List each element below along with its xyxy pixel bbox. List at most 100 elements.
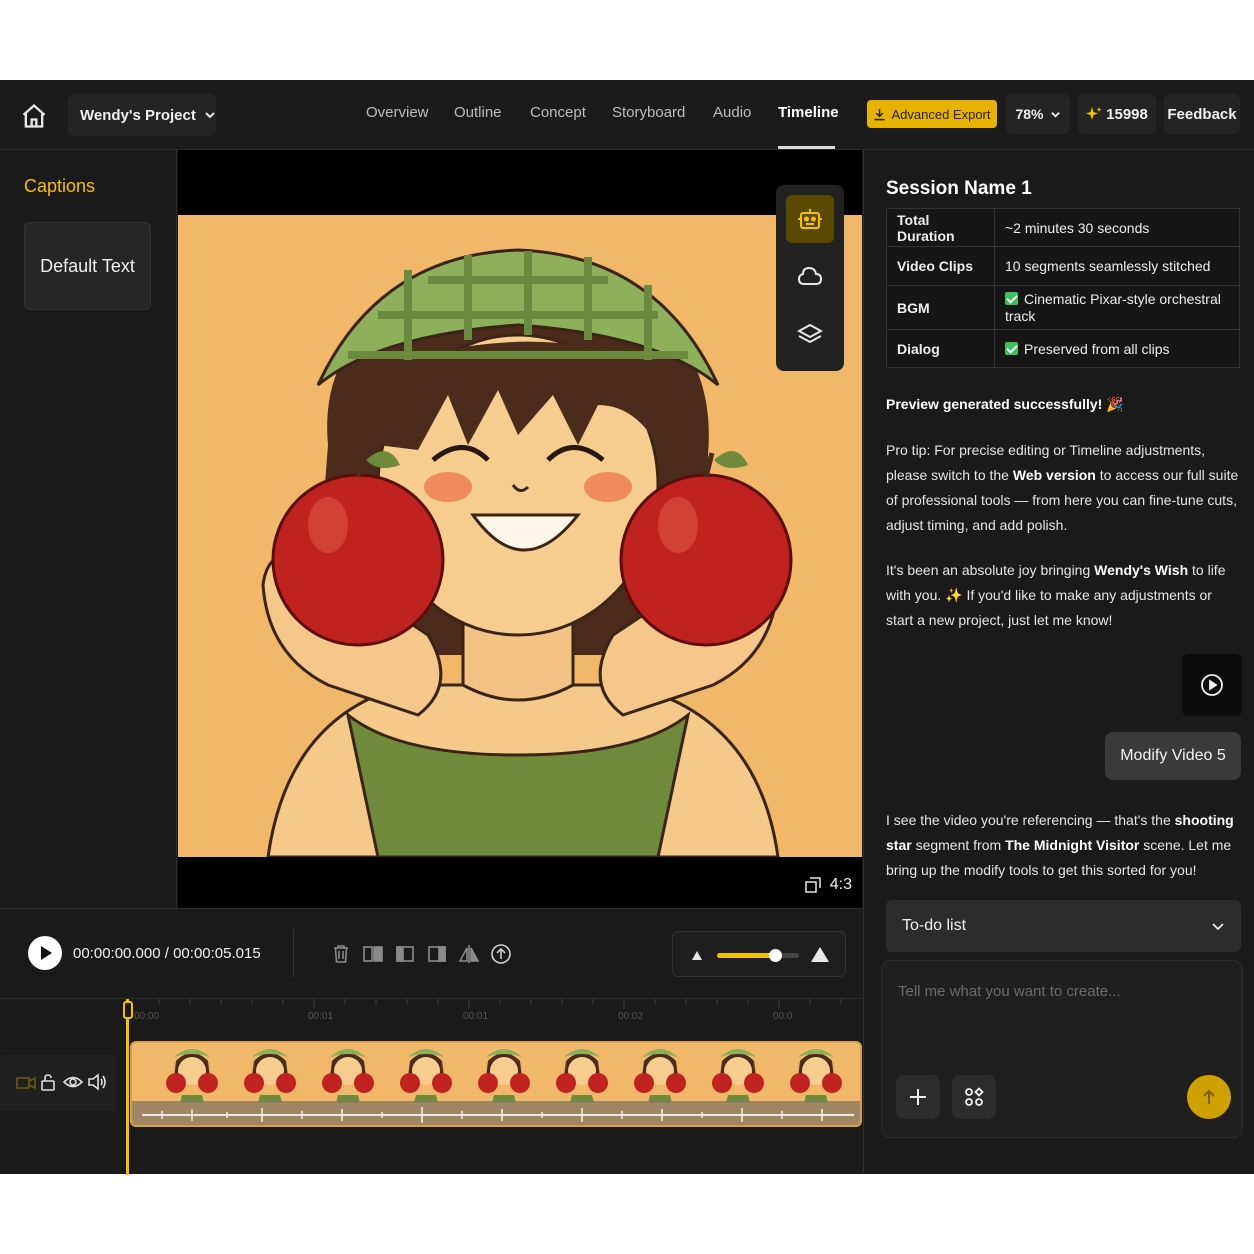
captions-panel: Captions Default Text: [0, 150, 177, 908]
ruler-label: 00:0: [773, 1011, 793, 1022]
clip-thumbnails: [132, 1043, 860, 1125]
play-icon: [41, 946, 52, 960]
assistant-panel: Session Name 1 Total Duration ~2 minutes…: [863, 150, 1254, 1174]
row-value: Preserved from all clips: [1024, 340, 1170, 357]
top-bar: Wendy's Project Overview Outline Concept…: [0, 80, 1254, 150]
ruler-label: 00:00: [134, 1011, 160, 1022]
letterbox-top: [178, 150, 862, 215]
eye-icon[interactable]: [63, 1074, 83, 1090]
todo-list-label: To-do list: [902, 917, 967, 934]
timeline-zoom-control: [672, 931, 846, 977]
ruler-label: 00:02: [618, 1011, 644, 1022]
video-play-card[interactable]: [1182, 654, 1242, 716]
video-preview: 4:3: [178, 150, 862, 908]
row-value: Cinematic Pixar-style orchestral track: [1005, 290, 1221, 324]
preview-side-toolbar: [776, 185, 844, 371]
girl-with-apples-illustration: [178, 215, 862, 857]
reply-text: I see the video you're referencing — tha…: [886, 812, 1175, 828]
delete-icon[interactable]: [330, 943, 352, 965]
table-row: BGM Cinematic Pixar-style orchestral tra…: [886, 285, 1240, 330]
preview-frame: [178, 215, 862, 857]
row-value-cell: Cinematic Pixar-style orchestral track: [994, 285, 1240, 330]
upload-icon[interactable]: [490, 943, 512, 965]
session-summary-table: Total Duration ~2 minutes 30 seconds Vid…: [886, 208, 1240, 368]
home-icon[interactable]: [20, 102, 48, 130]
robot-icon: [798, 209, 822, 229]
player-controls: 00:00:00.000 / 00:00:05.015: [0, 908, 862, 998]
playhead[interactable]: [126, 999, 129, 1175]
tab-audio[interactable]: Audio: [713, 104, 751, 121]
row-value: 10 segments seamlessly stitched: [994, 246, 1240, 286]
row-key: Dialog: [886, 329, 995, 368]
aspect-ratio-button[interactable]: 4:3: [804, 876, 852, 894]
tab-storyboard[interactable]: Storyboard: [612, 104, 685, 121]
success-message: Preview generated successfully! 🎉: [886, 396, 1124, 412]
pro-tip-message: Pro tip: For precise editing or Timeline…: [886, 438, 1242, 538]
default-text-preset[interactable]: Default Text: [24, 222, 151, 310]
check-icon: [1005, 291, 1018, 305]
aspect-ratio-value: 4:3: [829, 876, 852, 893]
track-header: [0, 1055, 116, 1111]
message-composer[interactable]: Tell me what you want to create...: [881, 960, 1243, 1138]
flip-icon[interactable]: [458, 943, 480, 965]
row-key: Total Duration: [886, 208, 995, 247]
download-icon: [874, 108, 886, 120]
ruler-label: 00:01: [308, 1011, 334, 1022]
tab-overview[interactable]: Overview: [366, 104, 429, 121]
todo-list-dropdown[interactable]: To-do list: [886, 900, 1241, 952]
advanced-export-label: Advanced Export: [891, 106, 991, 122]
tab-timeline[interactable]: Timeline: [778, 104, 839, 121]
video-clip[interactable]: [130, 1041, 862, 1127]
layers-tool[interactable]: [786, 311, 834, 359]
timeline-ruler: 00:00 00:01 00:01 00:02 00:0: [128, 999, 862, 1023]
check-icon: [1005, 341, 1018, 355]
split-icon[interactable]: [362, 943, 384, 965]
apps-icon: [965, 1087, 984, 1106]
playhead-handle[interactable]: [123, 1001, 133, 1019]
tools-button[interactable]: [952, 1075, 996, 1119]
unlock-icon[interactable]: [40, 1073, 56, 1091]
project-name-emphasis: Wendy's Wish: [1094, 562, 1189, 578]
ai-assistant-tool[interactable]: [786, 195, 834, 243]
tab-concept[interactable]: Concept: [530, 104, 586, 121]
zoom-selector[interactable]: 78%: [1006, 94, 1070, 134]
row-value-cell: Preserved from all clips: [994, 329, 1240, 368]
chevron-down-icon: [205, 112, 215, 119]
trim-right-icon[interactable]: [426, 943, 448, 965]
active-tab-indicator: [778, 146, 835, 149]
sparkle-icon: [1086, 107, 1102, 120]
ruler-label: 00:01: [463, 1011, 489, 1022]
table-row: Total Duration ~2 minutes 30 seconds: [886, 208, 1240, 247]
table-row: Video Clips 10 segments seamlessly stitc…: [886, 246, 1240, 286]
user-message-text: Modify Video 5: [1120, 747, 1226, 764]
feedback-button[interactable]: Feedback: [1164, 94, 1240, 134]
web-version-emphasis: Web version: [1012, 467, 1096, 483]
timecode: 00:00:00.000 / 00:00:05.015: [73, 945, 261, 962]
cloud-tool[interactable]: [786, 253, 834, 301]
reply-emphasis: The Midnight Visitor: [1005, 837, 1140, 853]
advanced-export-button[interactable]: Advanced Export: [867, 100, 997, 128]
table-row: Dialog Preserved from all clips: [886, 329, 1240, 368]
reply-text: segment from: [911, 837, 1006, 853]
credits-button[interactable]: 15998: [1078, 94, 1156, 134]
message-input-placeholder[interactable]: Tell me what you want to create...: [898, 983, 1121, 1000]
aspect-ratio-icon: [805, 877, 821, 893]
chevron-down-icon: [1212, 923, 1224, 931]
row-key: Video Clips: [886, 246, 995, 286]
send-button[interactable]: [1187, 1075, 1231, 1119]
project-selector[interactable]: Wendy's Project: [68, 94, 216, 136]
volume-icon[interactable]: [87, 1073, 107, 1091]
cloud-icon: [797, 266, 823, 285]
default-text-label: Default Text: [40, 255, 135, 276]
tab-outline[interactable]: Outline: [454, 104, 502, 121]
zoom-slider-handle[interactable]: [769, 949, 782, 962]
trim-left-icon[interactable]: [394, 943, 416, 965]
play-button[interactable]: [28, 936, 62, 970]
row-value: ~2 minutes 30 seconds: [994, 208, 1240, 247]
zoom-value: 78%: [1015, 106, 1044, 122]
zoom-in-icon[interactable]: [809, 944, 831, 964]
add-attachment-button[interactable]: [896, 1075, 940, 1119]
zoom-slider-track[interactable]: [717, 949, 799, 962]
zoom-out-icon[interactable]: [689, 948, 705, 962]
video-track-icon[interactable]: [16, 1074, 36, 1092]
